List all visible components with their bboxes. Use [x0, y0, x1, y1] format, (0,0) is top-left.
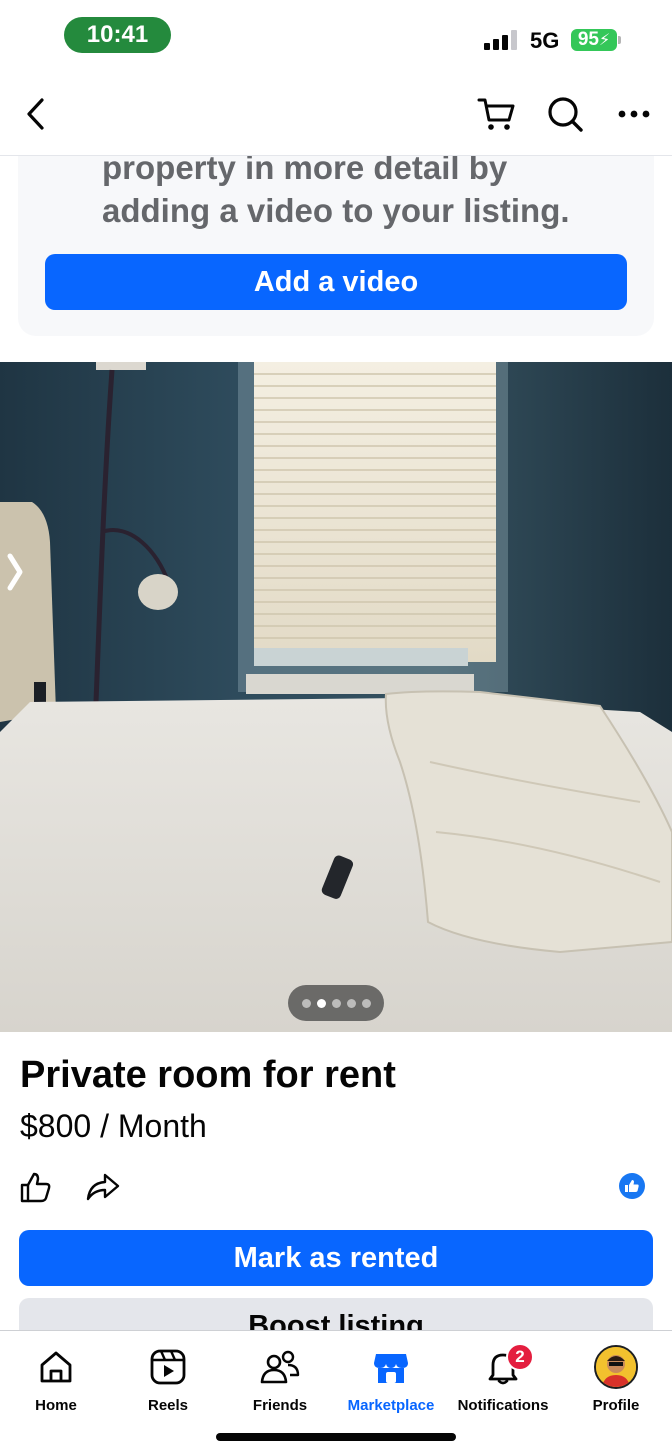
tab-profile[interactable]: Profile — [560, 1331, 672, 1423]
tab-friends[interactable]: Friends — [224, 1331, 336, 1423]
marketplace-icon — [371, 1347, 411, 1387]
search-icon — [548, 97, 583, 132]
pagination-dot — [346, 998, 356, 1008]
photo-pagination-dots — [288, 985, 384, 1021]
tab-label-reels: Reels — [147, 1397, 189, 1414]
tab-notifications[interactable]: 2 Notifications — [447, 1331, 559, 1423]
battery-indicator: 95 ⚡ — [571, 29, 617, 51]
add-video-button[interactable]: Add a video — [45, 254, 627, 310]
listing-photo[interactable] — [0, 362, 672, 1032]
tab-home[interactable]: Home — [0, 1331, 112, 1423]
add-video-description: property in more detail by adding a vide… — [102, 149, 570, 229]
battery-level: 95 — [577, 29, 599, 50]
tab-label-marketplace: Marketplace — [347, 1397, 435, 1414]
home-indicator — [216, 1433, 456, 1441]
top-nav-bar — [0, 72, 672, 156]
chevron-right-icon — [7, 553, 23, 591]
share-icon — [86, 1173, 120, 1201]
share-button[interactable] — [84, 1168, 122, 1206]
tab-label-notifications: Notifications — [457, 1397, 549, 1414]
pagination-dot — [361, 998, 371, 1008]
listing-title: Private room for rent — [20, 1054, 396, 1096]
battery-nub — [618, 36, 621, 44]
cart-button[interactable] — [474, 92, 518, 136]
search-button[interactable] — [543, 92, 587, 136]
tab-label-profile: Profile — [592, 1397, 640, 1414]
photo-prev-arrow[interactable] — [6, 552, 32, 602]
pagination-dot — [331, 998, 341, 1008]
thumbs-up-filled-icon — [625, 1180, 639, 1192]
pagination-dot-active — [316, 998, 326, 1008]
friends-icon — [260, 1347, 300, 1387]
like-reaction-badge — [619, 1173, 645, 1199]
more-options-button[interactable] — [612, 92, 656, 136]
status-time: 10:41 — [64, 17, 171, 53]
tab-marketplace[interactable]: Marketplace — [335, 1331, 447, 1423]
home-icon — [36, 1347, 76, 1387]
notification-count-badge: 2 — [506, 1343, 534, 1371]
listing-price: $800 / Month — [20, 1108, 207, 1144]
tab-label-home: Home — [35, 1397, 77, 1414]
tab-reels[interactable]: Reels — [112, 1331, 224, 1423]
status-bar: 10:41 5G 95 ⚡ — [0, 0, 672, 72]
like-button[interactable] — [16, 1168, 54, 1206]
network-type: 5G — [530, 28, 560, 53]
thumbs-up-icon — [20, 1172, 51, 1203]
tab-label-friends: Friends — [252, 1397, 308, 1414]
cart-icon — [477, 98, 515, 130]
back-chevron-icon — [27, 98, 44, 130]
signal-icon — [484, 30, 517, 50]
pagination-dot — [301, 998, 311, 1008]
more-icon — [618, 110, 650, 118]
reels-icon — [148, 1347, 188, 1387]
avatar — [594, 1345, 638, 1389]
room-photo-illustration — [0, 362, 672, 1032]
back-button[interactable] — [14, 92, 58, 136]
mark-as-rented-button[interactable]: Mark as rented — [19, 1230, 653, 1286]
